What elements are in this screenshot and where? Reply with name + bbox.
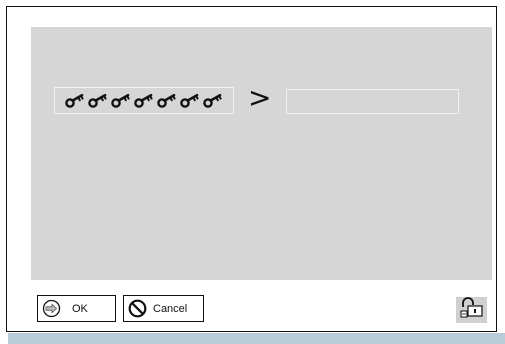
arrow-circle-right-icon: [42, 299, 61, 318]
current-key-field[interactable]: [54, 87, 234, 114]
dialog-window: > OK Cancel: [6, 6, 497, 332]
lock-button[interactable]: [456, 296, 487, 324]
prohibited-icon: [128, 299, 147, 318]
key-icon: [64, 93, 86, 108]
key-icon: [87, 93, 109, 108]
cancel-label: Cancel: [153, 302, 188, 315]
content-panel: [31, 27, 492, 280]
key-icon: [110, 93, 132, 108]
padlock-icon: [459, 296, 485, 324]
key-icon: [133, 93, 155, 108]
cancel-button[interactable]: Cancel: [123, 295, 204, 322]
arrow-glyph: >: [248, 81, 272, 114]
key-icon: [156, 93, 178, 108]
new-key-input[interactable]: [286, 89, 459, 114]
ok-label: OK: [72, 302, 88, 315]
key-icon: [179, 93, 201, 108]
key-icon: [202, 93, 224, 108]
ok-button[interactable]: OK: [37, 295, 116, 322]
bottom-strip: [8, 333, 505, 344]
